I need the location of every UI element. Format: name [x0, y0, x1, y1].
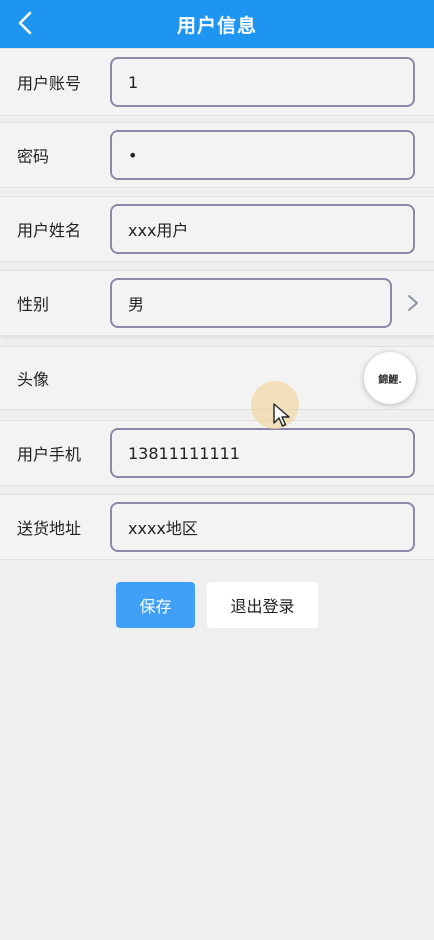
- phone-input[interactable]: 13811111111: [110, 428, 415, 478]
- phone-row: 用户手机 13811111111: [0, 420, 434, 486]
- logout-button[interactable]: 退出登录: [207, 582, 318, 628]
- gender-label: 性别: [17, 295, 50, 314]
- save-button[interactable]: 保存: [116, 582, 195, 628]
- back-button[interactable]: [10, 8, 40, 38]
- gender-select[interactable]: 男: [110, 278, 392, 328]
- page-title: 用户信息: [176, 14, 257, 37]
- name-row: 用户姓名 xxx用户: [0, 196, 434, 262]
- address-input[interactable]: xxxx地区: [110, 502, 415, 552]
- name-input[interactable]: xxx用户: [110, 204, 415, 254]
- avatar[interactable]: 錦鯉.: [364, 352, 416, 404]
- avatar-image-text: 錦鯉.: [378, 374, 402, 386]
- account-label: 用户账号: [17, 74, 82, 93]
- password-row: 密码 •: [0, 122, 434, 188]
- address-label: 送货地址: [17, 519, 82, 538]
- chevron-left-icon: [18, 11, 32, 35]
- account-input[interactable]: 1: [110, 57, 415, 107]
- mouse-pointer-icon: [273, 403, 290, 427]
- phone-label: 用户手机: [17, 445, 82, 464]
- account-row: 用户账号 1: [0, 48, 434, 116]
- app-header: 用户信息: [0, 0, 434, 48]
- avatar-row: 头像 錦鯉.: [0, 346, 434, 410]
- gender-row[interactable]: 性别 男: [0, 270, 434, 336]
- name-label: 用户姓名: [17, 221, 82, 240]
- avatar-label: 头像: [17, 370, 50, 389]
- chevron-right-icon[interactable]: [406, 293, 420, 313]
- password-input[interactable]: •: [110, 130, 415, 180]
- password-label: 密码: [17, 147, 50, 166]
- address-row: 送货地址 xxxx地区: [0, 494, 434, 560]
